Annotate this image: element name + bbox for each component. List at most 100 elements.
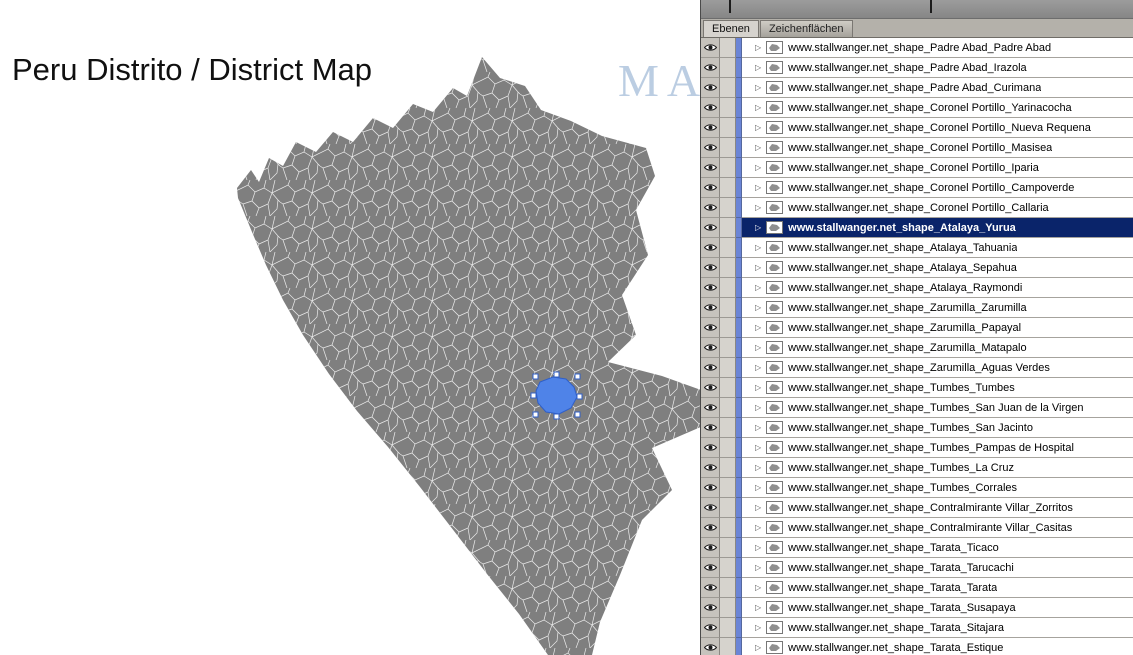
layer-row-content[interactable]: ▷ www.stallwanger.net_shape_Padre Abad_I… xyxy=(742,58,1133,78)
lock-toggle[interactable] xyxy=(720,38,736,58)
layer-row[interactable]: ▷ www.stallwanger.net_shape_Coronel Port… xyxy=(701,138,1133,158)
layer-row-content[interactable]: ▷ www.stallwanger.net_shape_Tumbes_Pampa… xyxy=(742,438,1133,458)
layer-row[interactable]: ▷ www.stallwanger.net_shape_Padre Abad_C… xyxy=(701,78,1133,98)
expand-triangle-icon[interactable]: ▷ xyxy=(755,84,761,92)
lock-toggle[interactable] xyxy=(720,458,736,478)
layer-row[interactable]: ▷ www.stallwanger.net_shape_Tarata_Estiq… xyxy=(701,638,1133,655)
expand-triangle-icon[interactable]: ▷ xyxy=(755,64,761,72)
lock-toggle[interactable] xyxy=(720,218,736,238)
layer-row-content[interactable]: ▷ www.stallwanger.net_shape_Contralmiran… xyxy=(742,498,1133,518)
expand-triangle-icon[interactable]: ▷ xyxy=(755,364,761,372)
lock-toggle[interactable] xyxy=(720,498,736,518)
layer-row[interactable]: ▷ www.stallwanger.net_shape_Tumbes_San J… xyxy=(701,398,1133,418)
visibility-toggle[interactable] xyxy=(701,578,720,598)
layer-row[interactable]: ▷ www.stallwanger.net_shape_Tumbes_La Cr… xyxy=(701,458,1133,478)
layer-row[interactable]: ▷ www.stallwanger.net_shape_Atalaya_Yuru… xyxy=(701,218,1133,238)
visibility-toggle[interactable] xyxy=(701,98,720,118)
layer-row-content[interactable]: ▷ www.stallwanger.net_shape_Tumbes_San J… xyxy=(742,398,1133,418)
layer-row[interactable]: ▷ www.stallwanger.net_shape_Coronel Port… xyxy=(701,158,1133,178)
expand-triangle-icon[interactable]: ▷ xyxy=(755,144,761,152)
visibility-toggle[interactable] xyxy=(701,398,720,418)
visibility-toggle[interactable] xyxy=(701,598,720,618)
layer-row-content[interactable]: ▷ www.stallwanger.net_shape_Coronel Port… xyxy=(742,198,1133,218)
visibility-toggle[interactable] xyxy=(701,258,720,278)
visibility-toggle[interactable] xyxy=(701,58,720,78)
visibility-toggle[interactable] xyxy=(701,218,720,238)
layer-row-content[interactable]: ▷ www.stallwanger.net_shape_Tarata_Sitaj… xyxy=(742,618,1133,638)
peru-country-shape[interactable] xyxy=(237,57,701,655)
expand-triangle-icon[interactable]: ▷ xyxy=(755,384,761,392)
visibility-toggle[interactable] xyxy=(701,478,720,498)
layer-row-content[interactable]: ▷ www.stallwanger.net_shape_Atalaya_Raym… xyxy=(742,278,1133,298)
visibility-toggle[interactable] xyxy=(701,378,720,398)
layer-row-content[interactable]: ▷ www.stallwanger.net_shape_Coronel Port… xyxy=(742,178,1133,198)
layer-row[interactable]: ▷ www.stallwanger.net_shape_Contralmiran… xyxy=(701,498,1133,518)
visibility-toggle[interactable] xyxy=(701,358,720,378)
visibility-toggle[interactable] xyxy=(701,418,720,438)
visibility-toggle[interactable] xyxy=(701,618,720,638)
expand-triangle-icon[interactable]: ▷ xyxy=(755,164,761,172)
lock-toggle[interactable] xyxy=(720,558,736,578)
layer-row[interactable]: ▷ www.stallwanger.net_shape_Coronel Port… xyxy=(701,98,1133,118)
expand-triangle-icon[interactable]: ▷ xyxy=(755,184,761,192)
layer-row-content[interactable]: ▷ www.stallwanger.net_shape_Tumbes_La Cr… xyxy=(742,458,1133,478)
expand-triangle-icon[interactable]: ▷ xyxy=(755,344,761,352)
layer-row[interactable]: ▷ www.stallwanger.net_shape_Zarumilla_Za… xyxy=(701,298,1133,318)
expand-triangle-icon[interactable]: ▷ xyxy=(755,584,761,592)
lock-toggle[interactable] xyxy=(720,78,736,98)
layer-row[interactable]: ▷ www.stallwanger.net_shape_Tarata_Taruc… xyxy=(701,558,1133,578)
visibility-toggle[interactable] xyxy=(701,338,720,358)
lock-toggle[interactable] xyxy=(720,358,736,378)
expand-triangle-icon[interactable]: ▷ xyxy=(755,264,761,272)
lock-toggle[interactable] xyxy=(720,638,736,655)
visibility-toggle[interactable] xyxy=(701,278,720,298)
lock-toggle[interactable] xyxy=(720,258,736,278)
layer-row[interactable]: ▷ www.stallwanger.net_shape_Zarumilla_Ag… xyxy=(701,358,1133,378)
expand-triangle-icon[interactable]: ▷ xyxy=(755,104,761,112)
visibility-toggle[interactable] xyxy=(701,518,720,538)
expand-triangle-icon[interactable]: ▷ xyxy=(755,624,761,632)
lock-toggle[interactable] xyxy=(720,158,736,178)
lock-toggle[interactable] xyxy=(720,438,736,458)
expand-triangle-icon[interactable]: ▷ xyxy=(755,404,761,412)
layer-row[interactable]: ▷ www.stallwanger.net_shape_Coronel Port… xyxy=(701,198,1133,218)
lock-toggle[interactable] xyxy=(720,198,736,218)
peru-map-svg[interactable]: MAPS xyxy=(0,0,701,655)
layer-row[interactable]: ▷ www.stallwanger.net_shape_Padre Abad_I… xyxy=(701,58,1133,78)
lock-toggle[interactable] xyxy=(720,578,736,598)
expand-triangle-icon[interactable]: ▷ xyxy=(755,524,761,532)
expand-triangle-icon[interactable]: ▷ xyxy=(755,44,761,52)
layer-row-content[interactable]: ▷ www.stallwanger.net_shape_Padre Abad_P… xyxy=(742,38,1133,58)
lock-toggle[interactable] xyxy=(720,58,736,78)
lock-toggle[interactable] xyxy=(720,418,736,438)
lock-toggle[interactable] xyxy=(720,238,736,258)
expand-triangle-icon[interactable]: ▷ xyxy=(755,204,761,212)
expand-triangle-icon[interactable]: ▷ xyxy=(755,544,761,552)
expand-triangle-icon[interactable]: ▷ xyxy=(755,284,761,292)
layer-row-content[interactable]: ▷ www.stallwanger.net_shape_Zarumilla_Ag… xyxy=(742,358,1133,378)
visibility-toggle[interactable] xyxy=(701,298,720,318)
layer-row-content[interactable]: ▷ www.stallwanger.net_shape_Atalaya_Sepa… xyxy=(742,258,1133,278)
expand-triangle-icon[interactable]: ▷ xyxy=(755,604,761,612)
visibility-toggle[interactable] xyxy=(701,78,720,98)
lock-toggle[interactable] xyxy=(720,338,736,358)
lock-toggle[interactable] xyxy=(720,598,736,618)
lock-toggle[interactable] xyxy=(720,298,736,318)
layer-row[interactable]: ▷ www.stallwanger.net_shape_Tarata_Ticac… xyxy=(701,538,1133,558)
visibility-toggle[interactable] xyxy=(701,498,720,518)
layer-row-content[interactable]: ▷ www.stallwanger.net_shape_Tarata_Tarat… xyxy=(742,578,1133,598)
layer-row-content[interactable]: ▷ www.stallwanger.net_shape_Zarumilla_Za… xyxy=(742,298,1133,318)
expand-triangle-icon[interactable]: ▷ xyxy=(755,484,761,492)
layer-row-content[interactable]: ▷ www.stallwanger.net_shape_Tarata_Susap… xyxy=(742,598,1133,618)
visibility-toggle[interactable] xyxy=(701,118,720,138)
layer-row[interactable]: ▷ www.stallwanger.net_shape_Tumbes_Tumbe… xyxy=(701,378,1133,398)
expand-triangle-icon[interactable]: ▷ xyxy=(755,564,761,572)
lock-toggle[interactable] xyxy=(720,178,736,198)
layer-row-content[interactable]: ▷ www.stallwanger.net_shape_Tarata_Ticac… xyxy=(742,538,1133,558)
layer-row-content[interactable]: ▷ www.stallwanger.net_shape_Coronel Port… xyxy=(742,158,1133,178)
lock-toggle[interactable] xyxy=(720,538,736,558)
layer-row[interactable]: ▷ www.stallwanger.net_shape_Tarata_Susap… xyxy=(701,598,1133,618)
expand-triangle-icon[interactable]: ▷ xyxy=(755,124,761,132)
layer-row[interactable]: ▷ www.stallwanger.net_shape_Padre Abad_P… xyxy=(701,38,1133,58)
tab-ebenen[interactable]: Ebenen xyxy=(703,20,759,37)
